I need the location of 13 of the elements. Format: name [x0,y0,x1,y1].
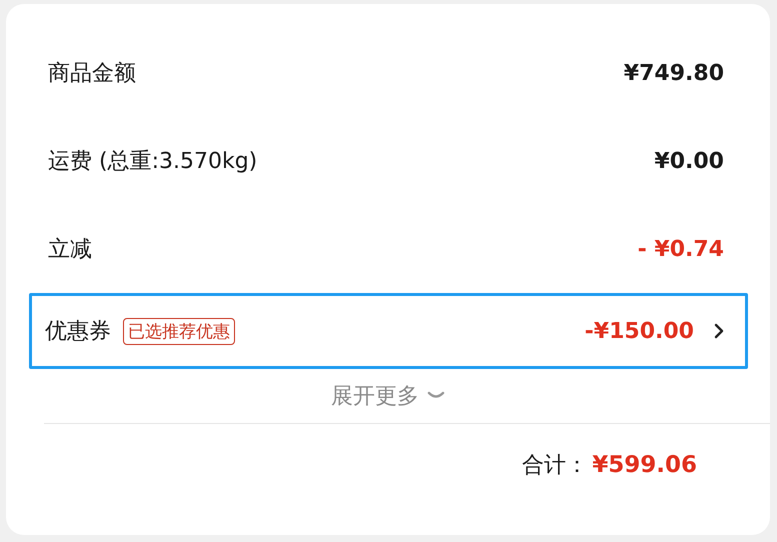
row-amount: ¥749.80 [624,60,724,86]
row-amount: ¥0.00 [654,148,724,174]
total-amount: ¥599.06 [592,452,697,478]
row-label: 运费 (总重:3.570kg) [48,148,258,176]
coupon-tag: 已选推荐优惠 [123,318,235,344]
row-label: 商品金额 [48,60,136,88]
row-label: 优惠券 [45,318,111,346]
selected-row[interactable]: 优惠券 已选推荐优惠 -¥150.00 [29,293,748,369]
chevron-right-icon[interactable] [714,323,724,339]
row-label: 立减 [48,236,92,264]
row-amount: - ¥0.74 [638,236,724,262]
total-label: 合计： [522,452,588,480]
row-amount: -¥150.00 [584,318,694,344]
